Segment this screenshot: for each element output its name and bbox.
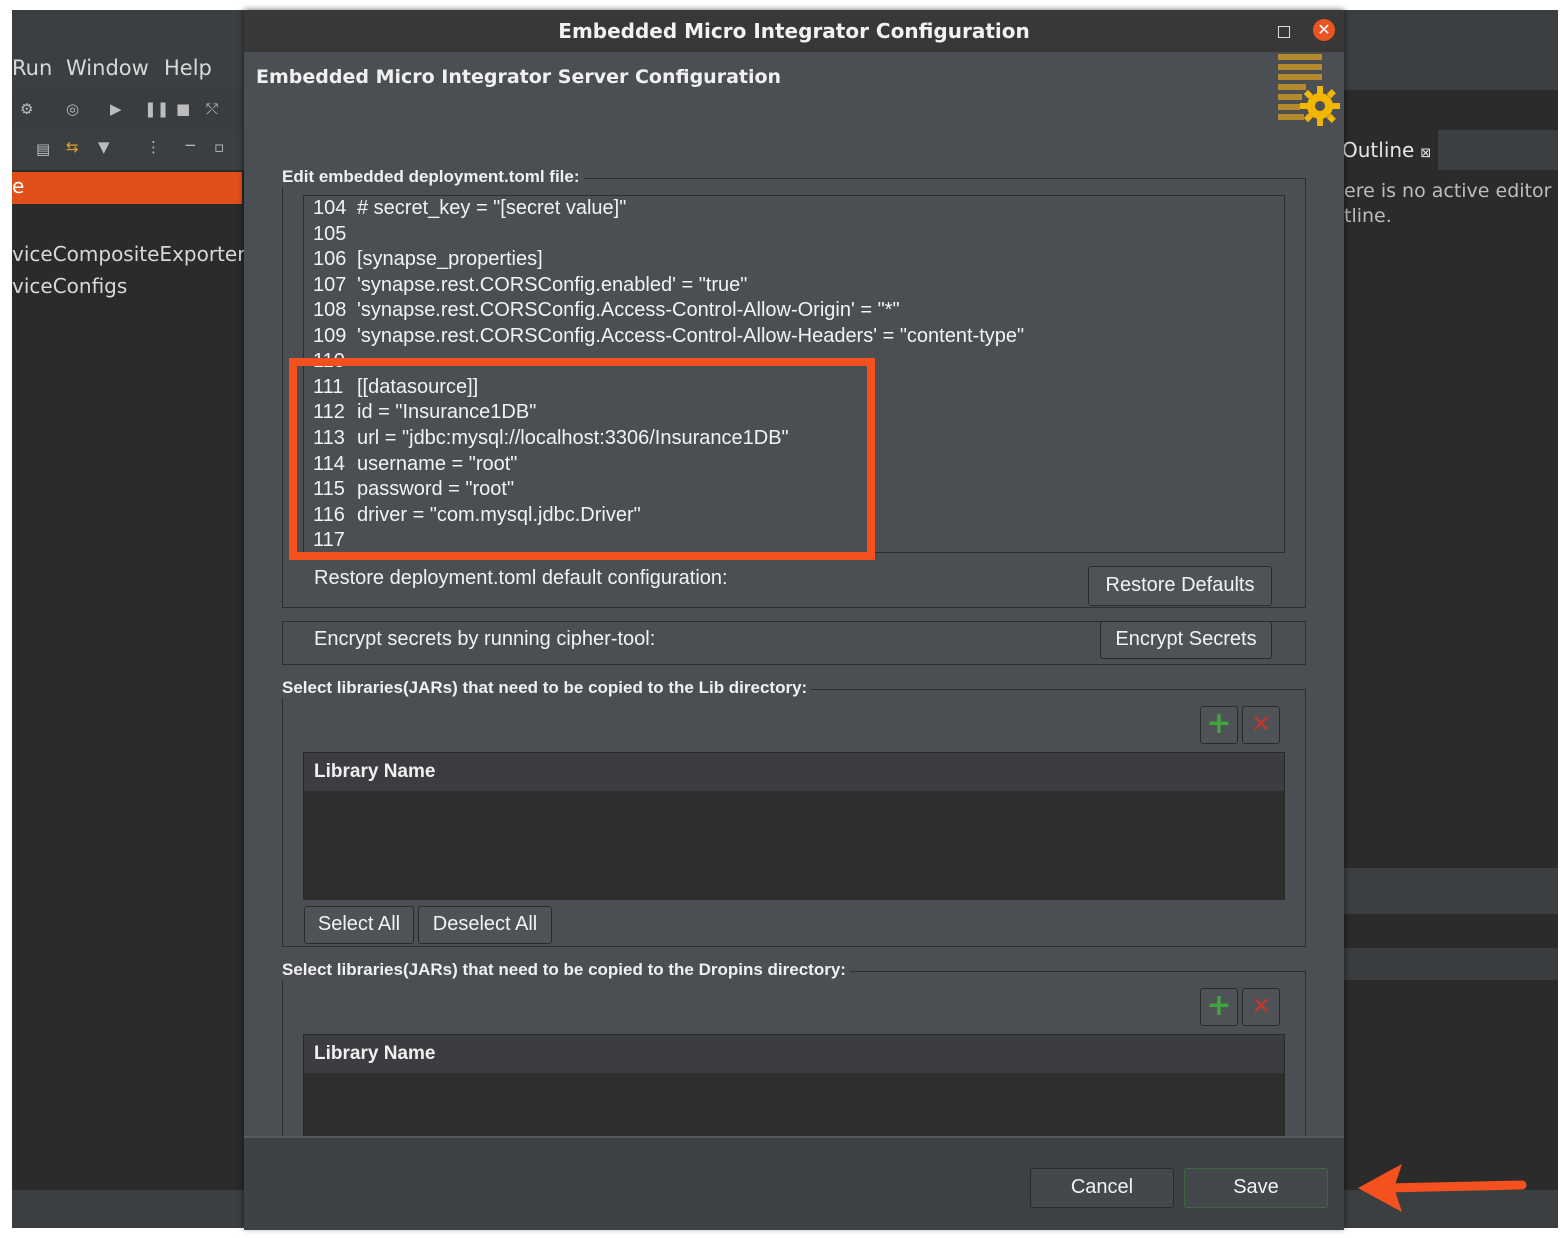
tab-outline[interactable]: Outline ⊠ [1342, 130, 1438, 170]
project-explorer-toolbar: ▤ ⇆ ▼ ⋮ − ▫ [12, 130, 244, 170]
restore-defaults-button[interactable]: Restore Defaults [1088, 566, 1272, 606]
project-explorer: ▤ ⇆ ▼ ⋮ − ▫ e viceCompositeExporter vice… [12, 130, 245, 1190]
bottom-panel-row [1342, 948, 1558, 980]
line-text: [synapse_properties] [357, 248, 543, 270]
line-number: 108 [313, 299, 347, 321]
lib-table-header[interactable]: Library Name [304, 753, 1284, 791]
close-icon[interactable]: ⊠ [1420, 146, 1431, 161]
menu-run[interactable]: Run [12, 56, 52, 80]
line-text: 'synapse.rest.CORSConfig.enabled' = "tru… [357, 274, 748, 296]
config-dialog: Embedded Micro Integrator Configuration … [244, 10, 1344, 1230]
dropins-table[interactable]: Library Name [303, 1034, 1285, 1136]
filter-icon[interactable]: ▼ [98, 138, 110, 156]
dialog-footer [244, 1136, 1344, 1230]
line-number: 106 [313, 248, 347, 270]
cancel-button[interactable]: Cancel [1030, 1168, 1174, 1208]
restore-label: Restore deployment.toml default configur… [314, 567, 728, 589]
plus-icon: + [1206, 988, 1232, 1023]
add-dropin-button[interactable]: + [1200, 988, 1238, 1026]
line-number: 109 [313, 325, 347, 347]
tree-item-label: e [12, 174, 25, 198]
tree-item-composite-exporter[interactable]: viceCompositeExporter [12, 242, 245, 266]
main-toolbar: ⚙ ◎ ▶ ❚❚ ■ ⤲ [12, 90, 244, 131]
add-lib-button[interactable]: + [1200, 706, 1238, 744]
resume-icon[interactable]: ▶ [110, 100, 122, 118]
edit-toml-group-label: Edit embedded deployment.toml file: [282, 167, 584, 187]
remove-icon: ✕ [1250, 992, 1272, 1020]
gear-document-icon [1278, 54, 1340, 126]
line-number: 105 [313, 223, 347, 245]
disconnect-icon[interactable]: ⤲ [206, 100, 218, 118]
menu-help[interactable]: Help [164, 56, 212, 80]
outline-message-1: ere is no active editor [1344, 180, 1552, 202]
line-text: 'synapse.rest.CORSConfig.Access-Control-… [357, 299, 900, 321]
remove-icon: ✕ [1250, 710, 1272, 738]
terminate-icon[interactable]: ■ [176, 100, 190, 118]
collapse-icon[interactable]: ▤ [36, 140, 50, 158]
suspend-icon[interactable]: ❚❚ [144, 100, 169, 118]
lib-table[interactable]: Library Name [303, 752, 1285, 900]
line-number: 107 [313, 274, 347, 296]
remove-dropin-button[interactable]: ✕ [1242, 988, 1280, 1026]
select-all-button[interactable]: Select All [304, 906, 414, 944]
debug-icon[interactable]: ⚙ [20, 100, 33, 118]
encrypt-secrets-button[interactable]: Encrypt Secrets [1100, 621, 1272, 659]
line-text: # secret_key = "[secret value]" [357, 197, 627, 219]
deselect-all-button[interactable]: Deselect All [418, 906, 552, 944]
menu-window[interactable]: Window [66, 56, 149, 80]
lib-group-label: Select libraries(JARs) that need to be c… [282, 678, 812, 698]
save-button[interactable]: Save [1184, 1168, 1328, 1208]
search-icon[interactable]: ◎ [66, 100, 79, 118]
dropins-table-header[interactable]: Library Name [304, 1035, 1284, 1073]
selected-tree-item[interactable]: e [12, 172, 242, 204]
minimize-icon[interactable]: − [184, 136, 197, 154]
maximize-icon[interactable]: ▫ [214, 138, 224, 156]
highlight-box [289, 358, 875, 560]
dropins-group-label: Select libraries(JARs) that need to be c… [282, 960, 850, 980]
outline-message-2: tline. [1344, 205, 1392, 227]
line-number: 104 [313, 197, 347, 219]
arrow-annotation [1358, 1164, 1527, 1212]
tab-outline-label: Outline [1342, 138, 1415, 162]
remove-lib-button[interactable]: ✕ [1242, 706, 1280, 744]
encrypt-label: Encrypt secrets by running cipher-tool: [314, 628, 656, 650]
dialog-banner [244, 52, 1344, 130]
tree-item-configs[interactable]: viceConfigs [12, 274, 127, 298]
banner-title: Embedded Micro Integrator Server Configu… [256, 66, 782, 88]
view-menu-icon[interactable]: ⋮ [146, 138, 161, 156]
bottom-panel-header [1342, 868, 1558, 914]
dialog-title: Embedded Micro Integrator Configuration [558, 19, 1030, 43]
close-button[interactable]: ✕ [1313, 19, 1335, 41]
maximize-button[interactable] [1278, 26, 1290, 38]
outline-panel: Outline ⊠ ere is no active editor tline. [1342, 90, 1558, 1190]
plus-icon: + [1206, 706, 1232, 741]
link-editor-icon[interactable]: ⇆ [66, 138, 79, 156]
line-text: 'synapse.rest.CORSConfig.Access-Control-… [357, 325, 1025, 347]
